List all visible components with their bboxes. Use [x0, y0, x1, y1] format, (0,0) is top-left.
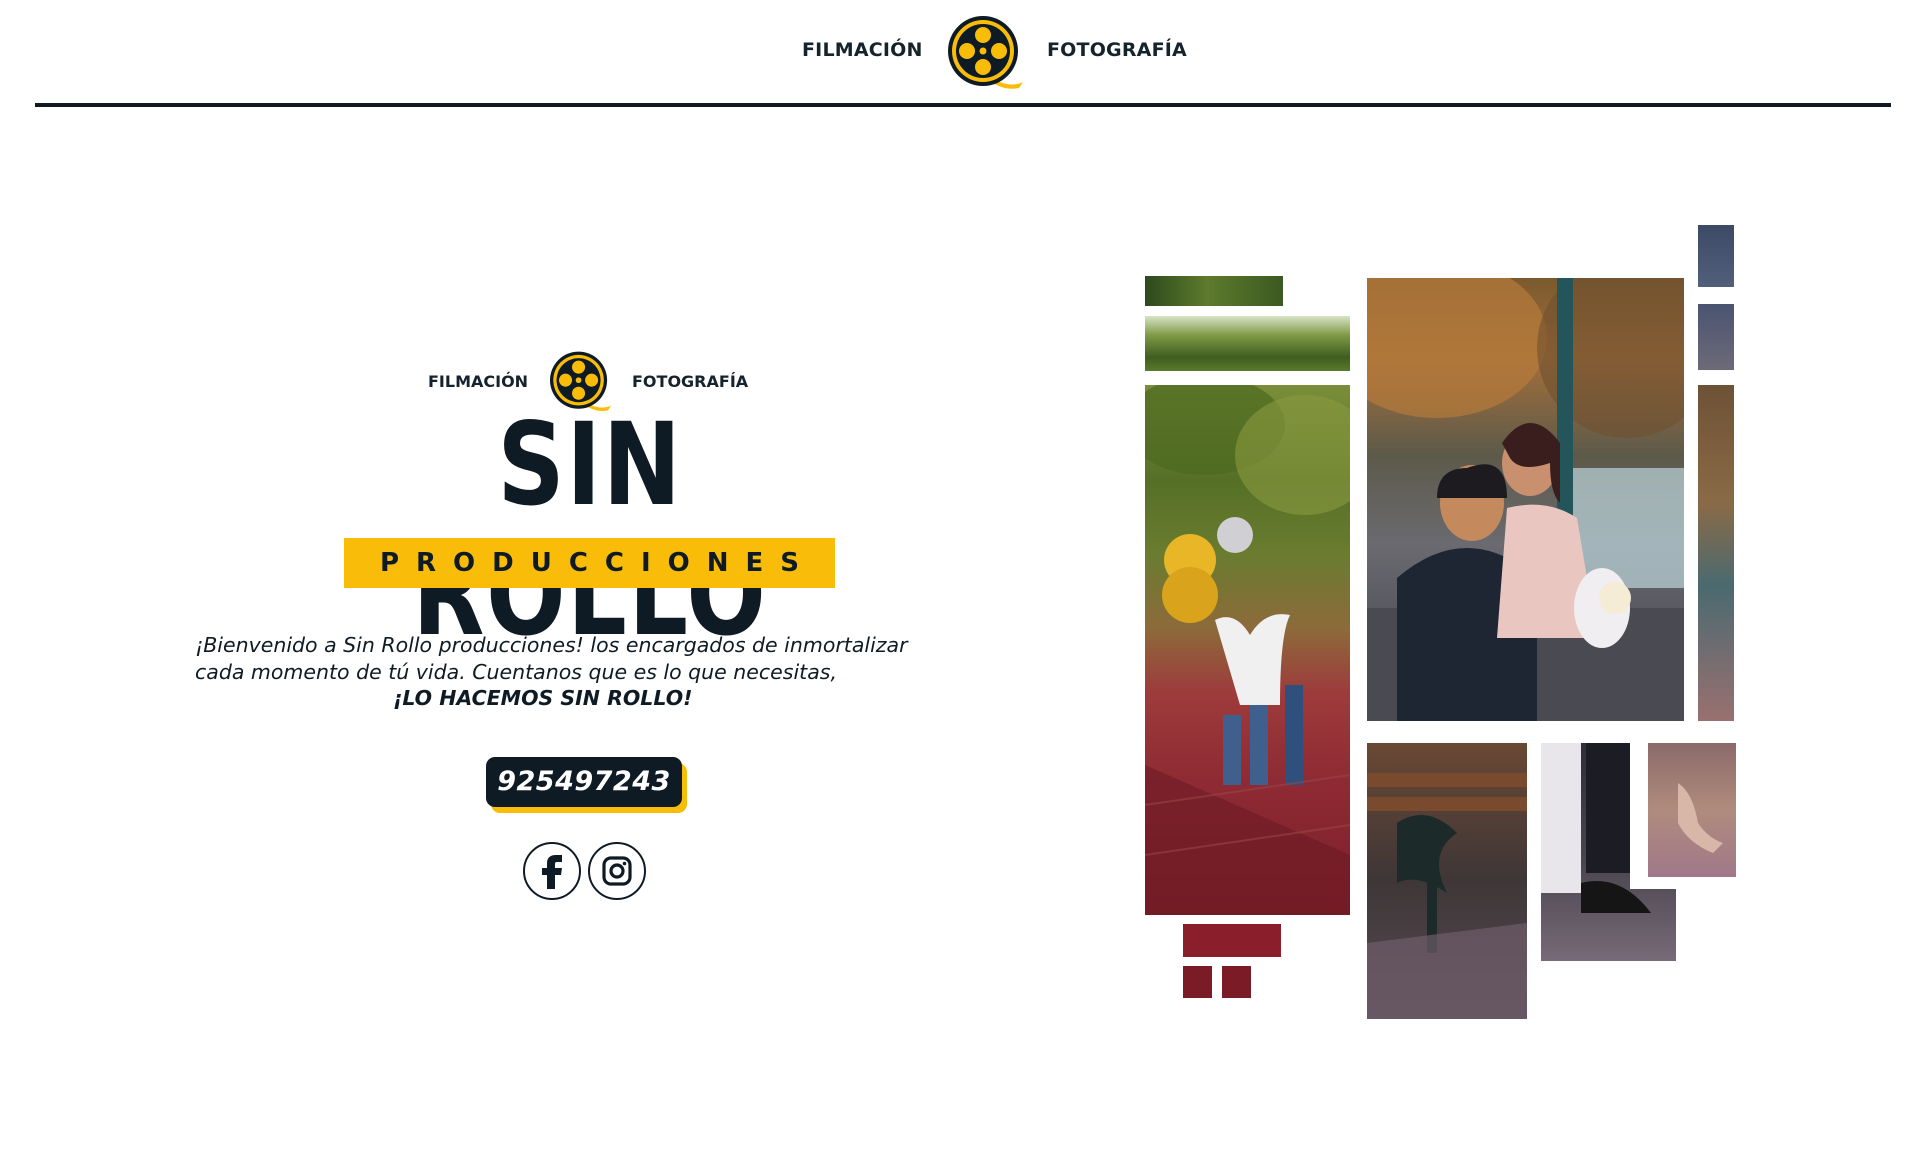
brand-title: SIN ROLLO: [412, 398, 768, 661]
brand-fotografia-label: FOTOGRAFÍA: [632, 372, 749, 391]
collage-tile-red-1: [1183, 924, 1281, 957]
bench-photo-illustration: [1367, 773, 1527, 1019]
collage-photo-heels: [1648, 743, 1736, 877]
collage-photo-bench: [1367, 743, 1527, 1019]
facebook-link[interactable]: [523, 842, 581, 900]
welcome-text: ¡Bienvenido a Sin Rollo producciones! lo…: [195, 632, 995, 712]
collage-tile-right-3: [1698, 385, 1734, 721]
brand-subtitle-bar: PRODUCCIONES: [344, 538, 835, 588]
phone-number-button[interactable]: 925497243: [486, 757, 682, 807]
collage-gap: [1630, 877, 1736, 889]
collage-tile-strip-1: [1145, 276, 1283, 306]
nav-filmacion-link[interactable]: FILMACIÓN: [802, 39, 923, 61]
brand-filmacion-label: FILMACIÓN: [428, 372, 529, 391]
film-reel-icon[interactable]: [945, 14, 1027, 90]
header-divider: [35, 103, 1891, 107]
facebook-icon: [542, 855, 562, 889]
welcome-motto: ¡LO HACEMOS SIN ROLLO!: [393, 686, 693, 710]
collage-tile-red-2: [1183, 966, 1212, 998]
instagram-link[interactable]: [588, 842, 646, 900]
shoes-photo-illustration: [1541, 743, 1651, 913]
brand-subtitle: PRODUCCIONES: [379, 548, 817, 578]
collage-photo-couple: [1367, 278, 1684, 721]
instagram-icon: [602, 856, 632, 886]
site-header: FILMACIÓN FOTOGRAFÍA: [0, 0, 1920, 108]
couple-photo-illustration: [1367, 278, 1684, 721]
collage-gap-2: [1630, 743, 1648, 877]
collage-tile-right-1: [1698, 225, 1734, 287]
collage-tile-strip-2: [1145, 316, 1350, 371]
welcome-line-1: ¡Bienvenido a Sin Rollo producciones! lo…: [195, 633, 908, 657]
photo-collage: [0, 0, 1920, 1162]
collage-tile-red-3: [1222, 966, 1251, 998]
nav-fotografia-link[interactable]: FOTOGRAFÍA: [1047, 39, 1187, 61]
heels-photo-illustration: [1678, 783, 1723, 853]
collage-photo-family: [1145, 385, 1350, 915]
collage-photo-shoes: [1541, 743, 1676, 961]
phone-badge: 925497243: [486, 757, 688, 813]
collage-tile-right-2: [1698, 304, 1734, 370]
welcome-line-2: cada momento de tú vida. Cuentanos que e…: [195, 659, 837, 684]
family-photo-illustration: [1145, 385, 1350, 915]
